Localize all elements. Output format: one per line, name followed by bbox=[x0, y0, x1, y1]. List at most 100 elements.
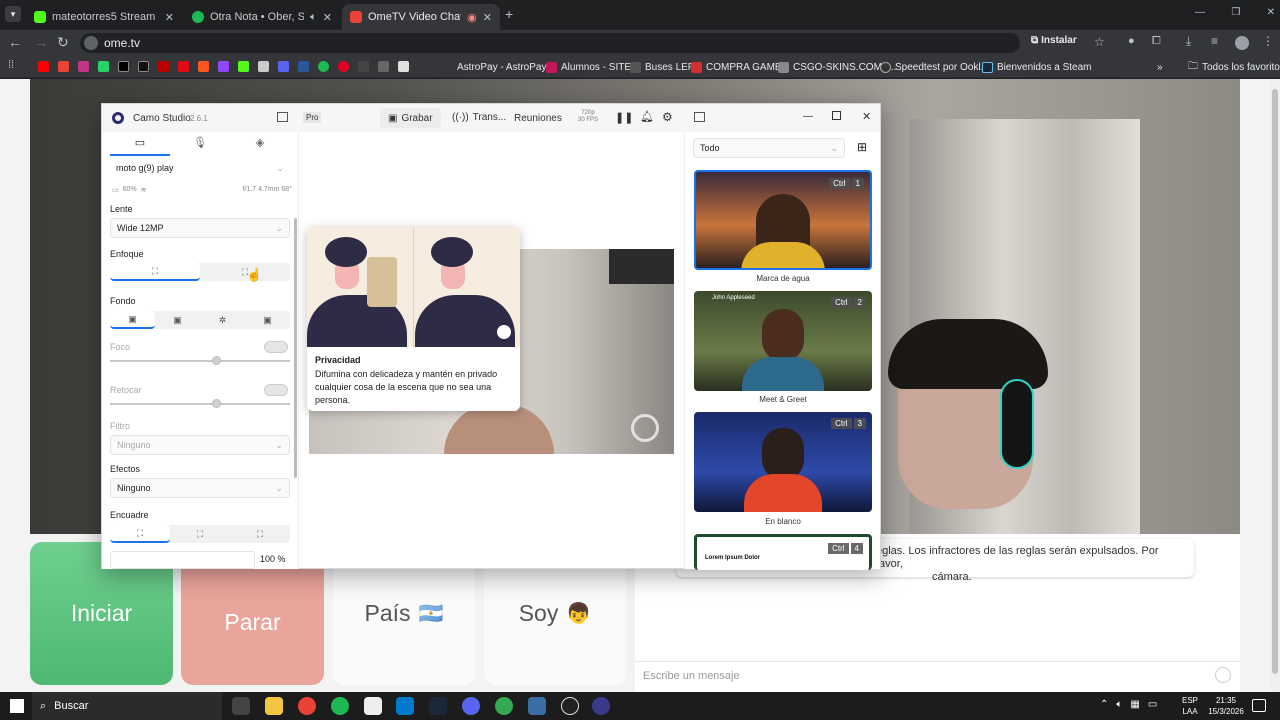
lens-select[interactable]: Wide 12MP ⌄ bbox=[110, 218, 290, 238]
tiktok-icon[interactable] bbox=[138, 61, 149, 72]
bookmark-sitec[interactable]: Alumnos - SITEC bbox=[546, 59, 638, 75]
windows-start-icon[interactable] bbox=[10, 699, 24, 713]
page-scrollbar[interactable] bbox=[1270, 79, 1280, 692]
maximize-icon[interactable]: ❐ bbox=[1231, 7, 1240, 18]
retouch-slider[interactable] bbox=[110, 403, 290, 405]
bookmark-astropay[interactable]: AstroPay - AstroPay... bbox=[457, 59, 554, 75]
replace-bg-icon[interactable]: ▣ bbox=[245, 311, 290, 329]
record-button[interactable]: ▣ Grabar bbox=[380, 108, 441, 128]
grid-view-icon[interactable]: ⊞ bbox=[857, 140, 867, 154]
speaker-icon[interactable]: 🔈︎ bbox=[1116, 699, 1122, 710]
filter-select[interactable]: Ninguno ⌄ bbox=[110, 435, 290, 455]
forward-icon[interactable]: → bbox=[34, 34, 48, 50]
file-explorer-icon[interactable] bbox=[265, 697, 283, 715]
youtube-icon[interactable] bbox=[38, 61, 49, 72]
download-icon[interactable]: ⤓ bbox=[1186, 34, 1191, 49]
discord-icon[interactable] bbox=[278, 61, 289, 72]
chrome-icon[interactable] bbox=[298, 697, 316, 715]
retouch-toggle[interactable] bbox=[264, 384, 288, 396]
address-bar[interactable]: ome.tv bbox=[80, 33, 1020, 53]
steam-icon[interactable] bbox=[429, 697, 447, 715]
scene-filter-select[interactable]: Todo ⌄ bbox=[693, 138, 845, 158]
shield-icon[interactable] bbox=[528, 697, 546, 715]
scene-card[interactable]: Ctrl 1 bbox=[694, 170, 872, 270]
close-icon[interactable]: ✕ bbox=[165, 11, 174, 24]
scene-card[interactable]: John Appleseed Ctrl 2 bbox=[694, 291, 872, 391]
blur-toggle[interactable] bbox=[264, 341, 288, 353]
framing-auto-icon[interactable]: ⛶ bbox=[110, 525, 170, 543]
emoji-icon[interactable] bbox=[1215, 667, 1231, 683]
chevron-up-icon[interactable]: ⌃ bbox=[1100, 699, 1108, 710]
bookmark-buses[interactable]: Buses LEP bbox=[630, 59, 694, 75]
bookmark-steam[interactable]: Bienvenidos a Steam bbox=[982, 59, 1092, 75]
blur-person-icon[interactable]: ▣ bbox=[155, 311, 200, 329]
tab-ometv[interactable]: OmeTV Video Chat — Ome ◉ ✕ bbox=[342, 4, 500, 30]
manual-focus-icon[interactable]: ⛶ bbox=[200, 263, 290, 281]
task-view-icon[interactable] bbox=[232, 697, 250, 715]
blur-slider-knob[interactable] bbox=[212, 356, 221, 365]
tab-spotify[interactable]: Otra Nota • Ober, Svmu 🔈︎ ✕ bbox=[184, 4, 340, 30]
chrome-active-icon[interactable] bbox=[495, 697, 513, 715]
notification-center-icon[interactable] bbox=[1252, 699, 1266, 712]
x-icon[interactable] bbox=[118, 61, 129, 72]
tab-kick[interactable]: mateotorres5 Stream - Watch L ✕ bbox=[26, 4, 182, 30]
blur-slider[interactable] bbox=[110, 360, 290, 362]
scrollbar-thumb[interactable] bbox=[1272, 89, 1278, 674]
discord-icon[interactable] bbox=[462, 697, 480, 715]
puzzle-icon[interactable]: ⧠ bbox=[1152, 35, 1161, 48]
app-icon[interactable] bbox=[364, 697, 382, 715]
site-info-icon[interactable] bbox=[84, 36, 98, 50]
tab-search-button[interactable]: ▾ bbox=[5, 6, 21, 22]
bookmark-compragamer[interactable]: COMPRA GAMER bbox=[691, 59, 789, 75]
netflix-icon[interactable] bbox=[178, 61, 189, 72]
back-icon[interactable]: ← bbox=[8, 34, 22, 50]
taskbar-search[interactable]: ⌕ Buscar bbox=[32, 692, 222, 720]
astropay-icon[interactable] bbox=[398, 61, 409, 72]
vscode-icon[interactable] bbox=[396, 697, 414, 715]
reload-icon[interactable]: ↻ bbox=[57, 34, 69, 51]
extension-icon[interactable]: ● bbox=[1128, 35, 1135, 47]
skins-icon[interactable] bbox=[378, 61, 389, 72]
more-bookmarks-icon[interactable]: » bbox=[1157, 59, 1163, 75]
bookmark-icon[interactable] bbox=[258, 61, 269, 72]
close-icon[interactable]: ✕ bbox=[862, 110, 871, 123]
obs-icon[interactable] bbox=[561, 697, 579, 715]
zoom-field[interactable] bbox=[110, 551, 255, 569]
red-icon[interactable] bbox=[158, 61, 169, 72]
clock[interactable]: 21:35 15/3/2026 bbox=[1204, 695, 1248, 717]
sidebar-toggle-icon[interactable] bbox=[277, 112, 288, 122]
bookmark-speedtest[interactable]: Speedtest por Ookl... bbox=[880, 59, 989, 75]
close-icon[interactable]: ✕ bbox=[323, 11, 332, 24]
meetings-button[interactable]: Reuniones bbox=[514, 113, 562, 124]
framing-icon[interactable]: ⛶ bbox=[170, 525, 230, 543]
new-tab-button[interactable]: + bbox=[505, 6, 519, 22]
panel-scrollbar[interactable] bbox=[294, 218, 297, 478]
minimize-icon[interactable]: — bbox=[1195, 7, 1205, 18]
effects-select[interactable]: Ninguno ⌄ bbox=[110, 478, 290, 498]
scene-card[interactable]: Ctrl 3 bbox=[694, 412, 872, 512]
framing-segment[interactable]: ⛶ ⛶ ⛶ bbox=[110, 525, 290, 543]
portrait-icon[interactable]: ▣ bbox=[110, 311, 155, 329]
bookmark-star-icon[interactable]: ☆ bbox=[1094, 35, 1105, 49]
framing-icon[interactable]: ⛶ bbox=[230, 525, 290, 543]
camo-icon[interactable] bbox=[592, 697, 610, 715]
twitch-icon[interactable] bbox=[218, 61, 229, 72]
minimize-icon[interactable]: — bbox=[803, 111, 813, 122]
battery-icon[interactable]: ▭ bbox=[1148, 699, 1157, 710]
apps-icon[interactable]: ⁞⁞ bbox=[8, 59, 14, 71]
settings-gear-icon[interactable]: ⚙ bbox=[662, 110, 673, 124]
kick-icon[interactable] bbox=[238, 61, 249, 72]
focus-segment[interactable]: ⛶ ⛶ bbox=[110, 263, 290, 281]
install-button[interactable]: ⧉ Instalar bbox=[1031, 35, 1077, 46]
pinterest-icon[interactable] bbox=[338, 61, 349, 72]
close-icon[interactable]: ✕ bbox=[483, 11, 492, 24]
panel-toggle-icon[interactable] bbox=[694, 112, 705, 122]
language-indicator[interactable]: ESP LAA bbox=[1182, 695, 1198, 717]
autofocus-icon[interactable]: ⛶ bbox=[110, 263, 200, 281]
chat-input[interactable]: Escribe un mensaje bbox=[635, 661, 1240, 689]
layers-tab-icon[interactable]: ◈ bbox=[230, 136, 290, 156]
gmail-icon[interactable] bbox=[58, 61, 69, 72]
sparkle-icon[interactable]: ✲ bbox=[200, 311, 245, 329]
network-icon[interactable]: ▦ bbox=[1130, 699, 1139, 710]
bookmark-csgoskins[interactable]: CSGO-SKINS.COM -... bbox=[778, 59, 896, 75]
